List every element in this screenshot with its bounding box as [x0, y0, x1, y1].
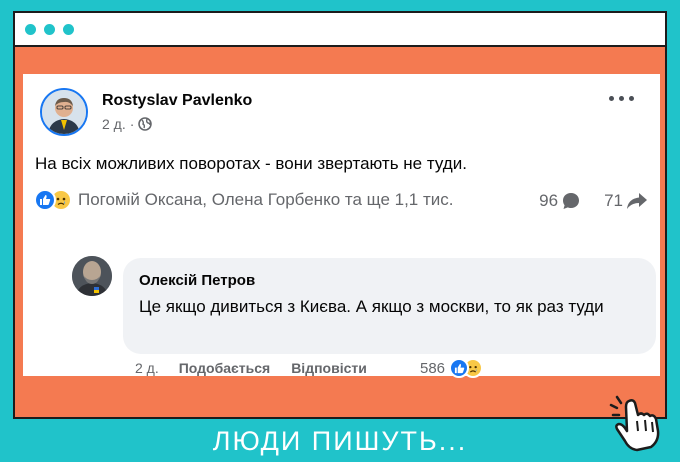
more-options-icon[interactable] — [609, 93, 635, 103]
post-time[interactable]: 2 д. — [102, 116, 126, 132]
comment-icon[interactable] — [561, 191, 581, 211]
share-icon[interactable] — [626, 191, 648, 211]
comment-time[interactable]: 2 д. — [135, 360, 159, 376]
post-meta: 2 д. · — [102, 116, 153, 132]
comment-author-name[interactable]: Олексій Петров — [139, 272, 255, 289]
author-avatar-image — [42, 90, 86, 134]
comment-like-button[interactable]: Подобається — [179, 360, 270, 376]
footer-caption: ЛЮДИ ПИШУТЬ... — [212, 426, 468, 456]
browser-frame: Rostyslav Pavlenko 2 д. · На всіх можлив… — [13, 11, 667, 419]
comment-reactions-count: 586 — [420, 359, 446, 377]
comment-actions: 2 д. Подобається Відповісти — [135, 360, 367, 376]
commenter-avatar-image — [72, 256, 112, 296]
post-reactions[interactable]: Погомій Оксана, Олена Горбенко та ще 1,1… — [34, 189, 454, 211]
window-dot-icon — [63, 24, 74, 35]
window-dot-icon — [44, 24, 55, 35]
comment-text: Це якщо дивиться з Києва. А якщо з москв… — [139, 297, 604, 316]
comment-bubble: Олексій Петров Це якщо дивиться з Києва.… — [123, 258, 656, 354]
post-counts: 96 71 — [539, 191, 648, 211]
window-titlebar — [15, 13, 665, 47]
comments-count[interactable]: 96 — [539, 191, 558, 211]
meta-separator: · — [129, 116, 135, 132]
comment-reply-button[interactable]: Відповісти — [291, 360, 367, 376]
globe-icon — [138, 117, 153, 131]
like-icon — [34, 189, 56, 211]
commenter-avatar[interactable] — [72, 256, 112, 296]
author-avatar[interactable] — [40, 88, 88, 136]
reactions-summary[interactable]: Погомій Оксана, Олена Горбенко та ще 1,1… — [78, 190, 454, 210]
hand-pointer-icon — [609, 395, 660, 452]
comment-reactions[interactable]: 586 — [420, 358, 484, 378]
post-card: Rostyslav Pavlenko 2 д. · На всіх можлив… — [23, 74, 660, 378]
shares-count[interactable]: 71 — [604, 191, 623, 211]
like-icon — [449, 358, 470, 378]
post-author-name[interactable]: Rostyslav Pavlenko — [102, 92, 252, 110]
window-dot-icon — [25, 24, 36, 35]
post-text: На всіх можливих поворотах - вони зверта… — [35, 154, 467, 173]
